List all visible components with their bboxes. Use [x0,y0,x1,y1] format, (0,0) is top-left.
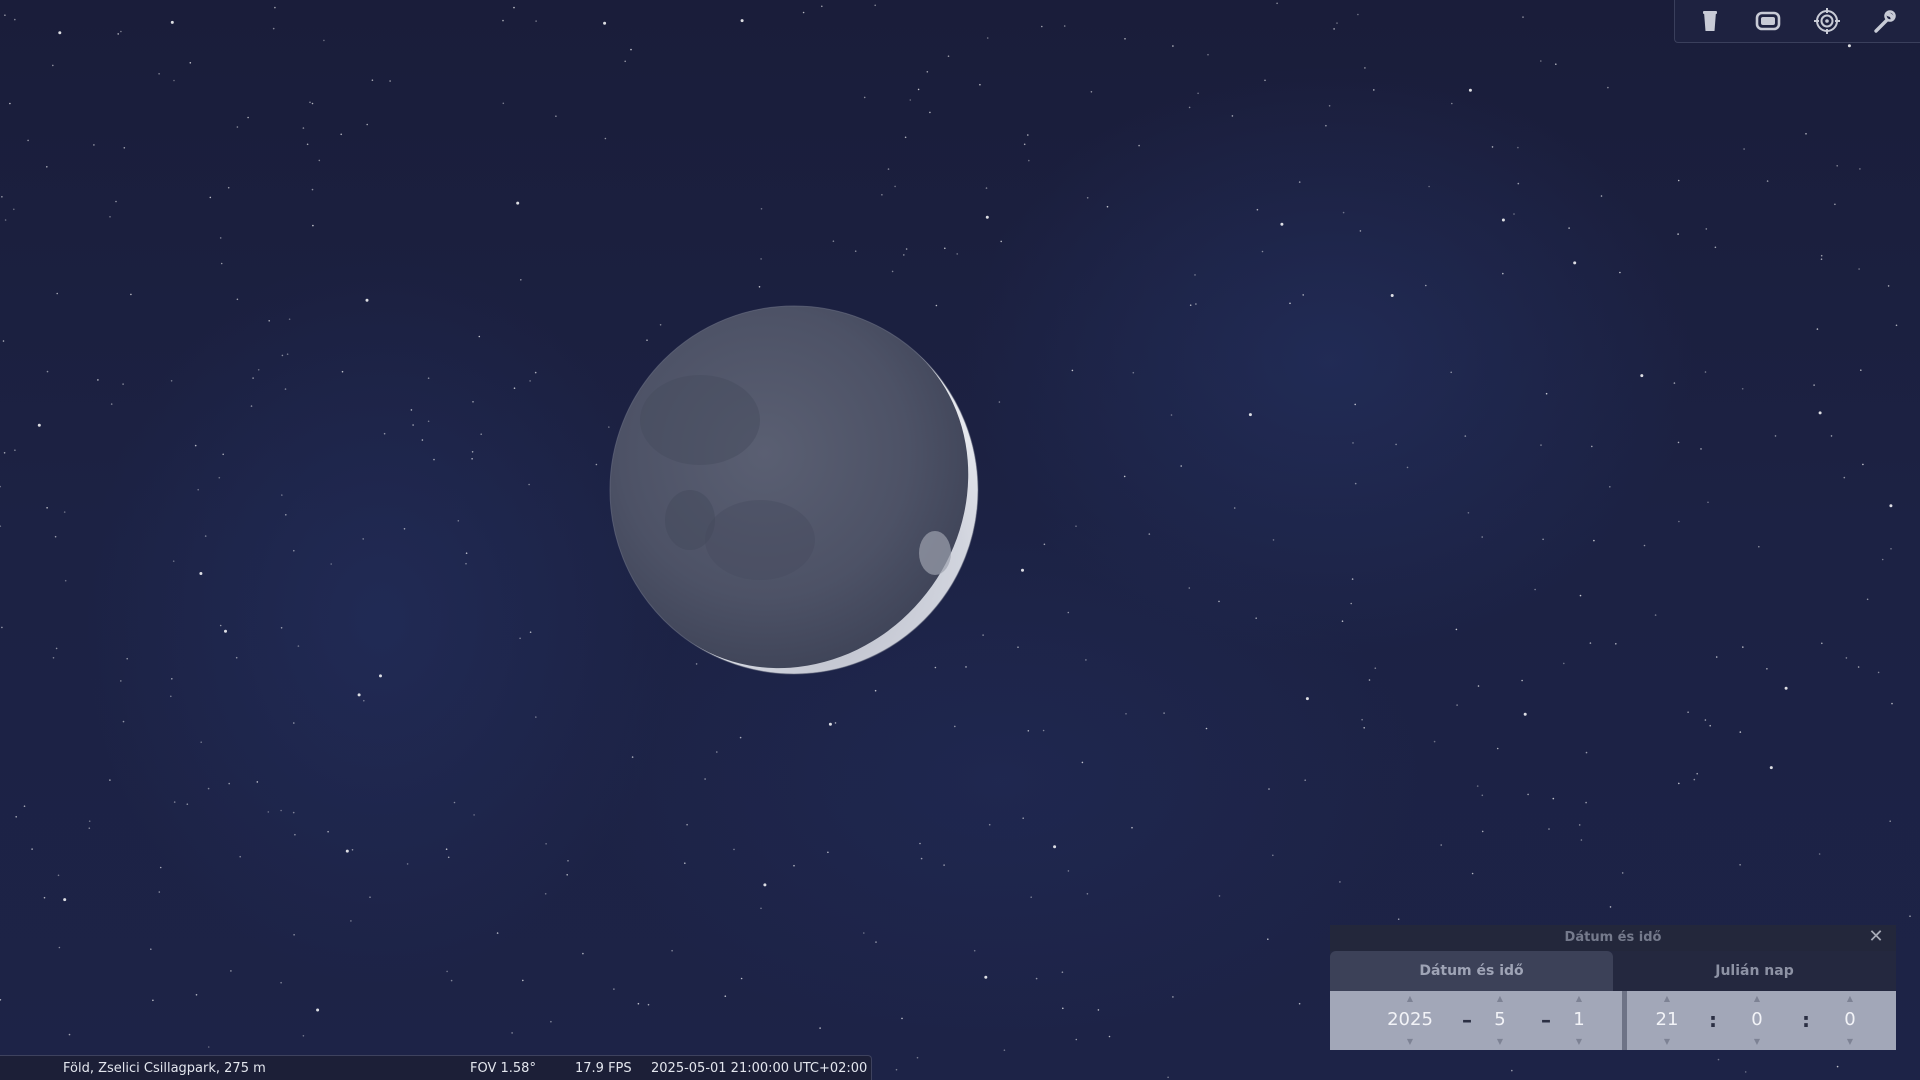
dialog-titlebar[interactable]: Dátum és idő ✕ [1330,925,1896,951]
year-down-arrow-icon[interactable]: ▼ [1368,1038,1452,1046]
hour-spinbox[interactable]: ▲ 21 ▼ [1647,991,1687,1050]
target-button[interactable] [1809,3,1845,39]
day-up-arrow-icon[interactable]: ▲ [1559,995,1599,1003]
fps-label: 17.9 FPS [575,1061,632,1076]
wrench-icon [1874,10,1896,33]
datetime-label[interactable]: 2025-05-01 21:00:00 UTC+02:00 [651,1061,867,1076]
month-up-arrow-icon[interactable]: ▲ [1480,995,1520,1003]
time-separator: : [1709,1008,1717,1032]
time-fields: ▲ 21 ▼ : ▲ 0 ▼ : ▲ 0 ▼ [1627,991,1896,1050]
date-time-fields: ▲ 2025 ▼ – ▲ 5 ▼ – ▲ 1 ▼ ▲ 21 ▼: ▲ 0 ▼ … [1330,991,1896,1050]
month-value[interactable]: 5 [1480,1009,1520,1030]
minute-up-arrow-icon[interactable]: ▲ [1737,995,1777,1003]
second-down-arrow-icon[interactable]: ▼ [1830,1038,1870,1046]
location-label[interactable]: Föld, Zselici Csillagpark, 275 m [63,1061,266,1076]
minute-spinbox[interactable]: ▲ 0 ▼ [1737,991,1777,1050]
tab-julian-day[interactable]: Julián nap [1613,951,1896,991]
settings-button[interactable] [1867,3,1903,39]
trash-bin-icon [1703,11,1718,31]
date-separator: – [1462,1008,1472,1032]
day-down-arrow-icon[interactable]: ▼ [1559,1038,1599,1046]
hour-value[interactable]: 21 [1647,1009,1687,1030]
day-spinbox[interactable]: ▲ 1 ▼ [1559,991,1599,1050]
year-value[interactable]: 2025 [1368,1009,1452,1030]
date-fields: ▲ 2025 ▼ – ▲ 5 ▼ – ▲ 1 ▼ [1330,991,1622,1050]
time-separator: : [1802,1008,1810,1032]
date-separator: – [1541,1008,1551,1032]
fov-label[interactable]: FOV 1.58° [470,1061,536,1076]
minute-value[interactable]: 0 [1737,1009,1777,1030]
tab-date-time[interactable]: Dátum és idő [1330,951,1613,991]
dialog-title: Dátum és idő [1564,930,1662,945]
second-value[interactable]: 0 [1830,1009,1870,1030]
date-time-dialog: Dátum és idő ✕ Dátum és idő Julián nap ▲… [1330,925,1896,1050]
top-right-toolbar [1674,0,1920,43]
trash-bin-button[interactable] [1692,3,1728,39]
moon[interactable] [0,0,1920,1080]
close-icon[interactable]: ✕ [1866,927,1886,947]
year-up-arrow-icon[interactable]: ▲ [1368,995,1452,1003]
status-bar: Föld, Zselici Csillagpark, 275 m FOV 1.5… [0,1055,872,1080]
hour-down-arrow-icon[interactable]: ▼ [1647,1038,1687,1046]
second-spinbox[interactable]: ▲ 0 ▼ [1830,991,1870,1050]
minute-down-arrow-icon[interactable]: ▼ [1737,1038,1777,1046]
screen-icon [1756,11,1781,31]
month-spinbox[interactable]: ▲ 5 ▼ [1480,991,1520,1050]
screen-button[interactable] [1750,3,1786,39]
hour-up-arrow-icon[interactable]: ▲ [1647,995,1687,1003]
month-down-arrow-icon[interactable]: ▼ [1480,1038,1520,1046]
second-up-arrow-icon[interactable]: ▲ [1830,995,1870,1003]
target-icon [1813,8,1840,34]
day-value[interactable]: 1 [1559,1009,1599,1030]
year-spinbox[interactable]: ▲ 2025 ▼ [1368,991,1452,1050]
